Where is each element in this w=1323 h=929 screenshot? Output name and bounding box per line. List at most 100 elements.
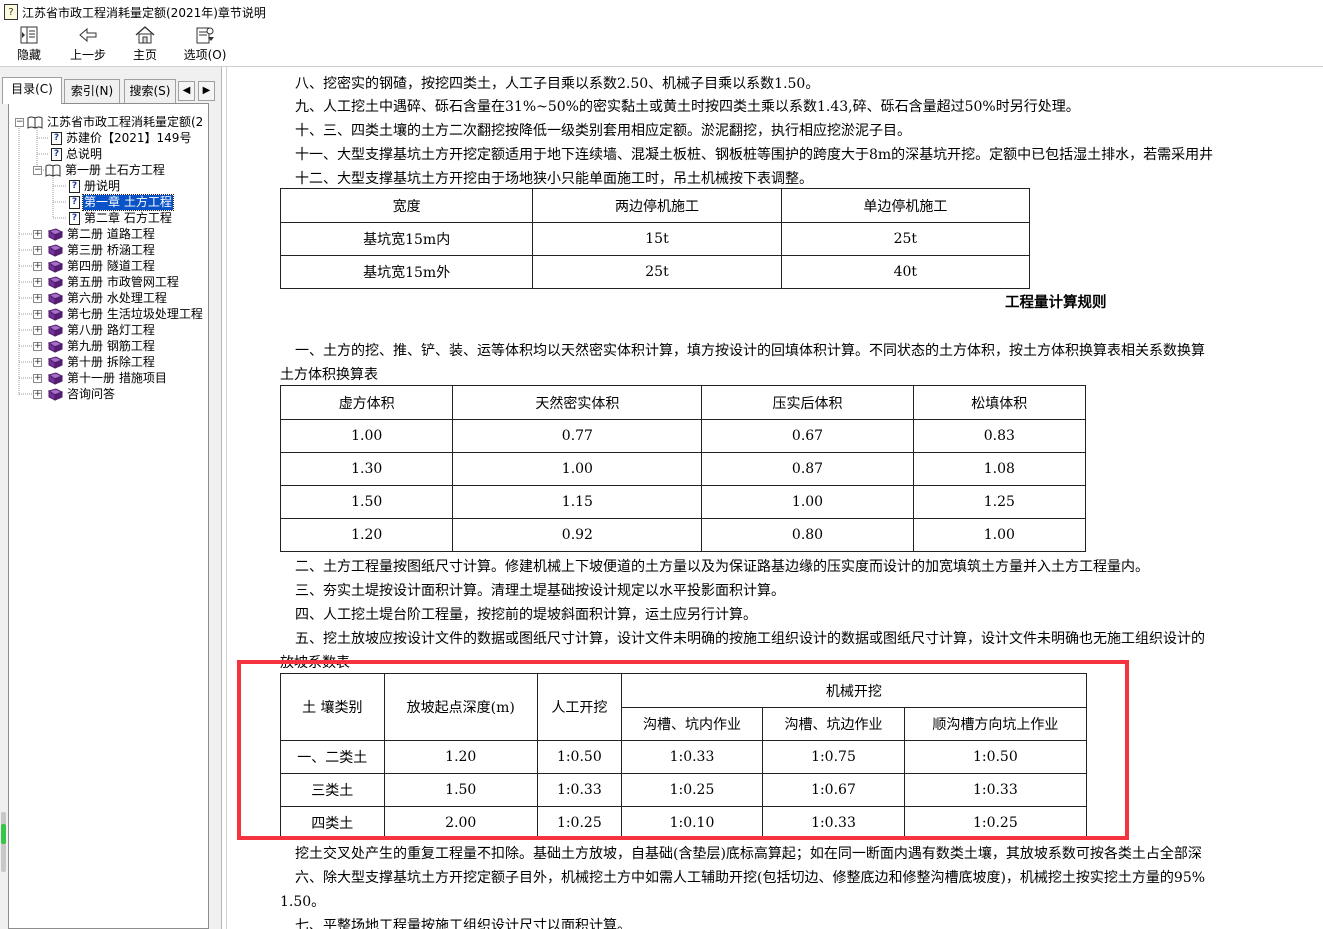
paragraph: 三、夯实土堤按设计面积计算。清理土堤基础按设计规定以水平投影面积计算。 xyxy=(295,583,785,599)
expand-toggle[interactable]: + xyxy=(33,262,42,271)
tree-item-volume-3[interactable]: 第三册 桥涵工程 xyxy=(47,242,156,258)
options-button[interactable]: 选项(O) xyxy=(180,24,230,66)
home-icon xyxy=(135,26,155,44)
contents-tree: − 江苏省市政工程消耗量定额(2 ? 苏建价【2021】149号 ? 总说明 −… xyxy=(8,103,209,929)
paragraph: 十一、大型支撑基坑土方开挖定额适用于地下连续墙、混凝土板桩、钢板桩等围护的跨度大… xyxy=(295,147,1214,163)
table-cell: 40t xyxy=(780,255,1031,289)
closed-book-icon xyxy=(47,371,63,385)
tree-item-volume-8[interactable]: 第八册 路灯工程 xyxy=(47,322,156,338)
help-book-icon: ? xyxy=(4,4,18,20)
closed-book-icon xyxy=(47,275,63,289)
expand-toggle[interactable]: + xyxy=(33,390,42,399)
paragraph: 六、除大型支撑基坑土方开挖定额子目外，机械挖土方中如需人工辅助开挖(包括切边、修… xyxy=(295,870,1206,886)
tree-item-volume-10[interactable]: 第十册 拆除工程 xyxy=(47,354,156,370)
section-title: 工程量计算规则 xyxy=(1005,294,1107,311)
closed-book-icon xyxy=(47,307,63,321)
table-header: 虚方体积 xyxy=(279,385,454,420)
nav-tabs: 目录(C) 索引(N) 搜索(S) ◀ ▶ xyxy=(0,77,222,104)
closed-book-icon xyxy=(47,323,63,337)
table-cell: 1.00 xyxy=(701,485,914,519)
tree-item-general-notes[interactable]: ? 总说明 xyxy=(51,146,103,162)
triangle-left-icon: ◀ xyxy=(182,85,191,96)
table-cell: 0.67 xyxy=(701,419,914,453)
tree-item-faq[interactable]: 咨询问答 xyxy=(47,386,116,402)
paragraph: 八、挖密实的钢碴，按挖四类土，人工子目乘以系数2.50、机械子目乘以系数1.50… xyxy=(295,76,820,92)
tree-item-volume-11[interactable]: 第十一册 措施项目 xyxy=(47,370,168,386)
tab-contents[interactable]: 目录(C) xyxy=(2,77,62,104)
open-book-icon xyxy=(27,116,43,129)
table-cell: 1.30 xyxy=(279,452,454,486)
paragraph: 一、土方的挖、推、铲、装、运等体积均以天然密实体积计算，填方按设计的回填体积计算… xyxy=(295,343,1205,359)
table-cell: 1.20 xyxy=(279,518,454,552)
tab-index[interactable]: 索引(N) xyxy=(64,79,120,103)
hide-icon xyxy=(20,26,38,44)
tree-item-volume-6[interactable]: 第六册 水处理工程 xyxy=(47,290,168,306)
splitter-handle[interactable] xyxy=(0,802,8,882)
paragraph: 1.50。 xyxy=(280,894,326,910)
table-header: 松填体积 xyxy=(912,385,1087,420)
expand-toggle[interactable]: + xyxy=(33,310,42,319)
toolbar: 隐藏 上一步 主页 选项(O) xyxy=(0,24,1323,67)
home-button[interactable]: 主页 xyxy=(128,24,162,66)
table-cell: 1.50 xyxy=(279,485,454,519)
tree-root[interactable]: 江苏省市政工程消耗量定额(2 xyxy=(27,114,204,130)
tree-item-volume-notes[interactable]: ? 册说明 xyxy=(69,178,121,194)
closed-book-icon xyxy=(47,387,63,401)
hide-button[interactable]: 隐藏 xyxy=(12,24,46,66)
table-cell: 25t xyxy=(780,222,1031,256)
table-cell: 基坑宽15m外 xyxy=(279,255,534,289)
paragraph: 五、挖土放坡应按设计文件的数据或图纸尺寸计算，设计文件未明确的按施工组织设计的数… xyxy=(295,631,1205,647)
table-header: 天然密实体积 xyxy=(452,385,703,420)
tree-item-volume-2[interactable]: 第二册 道路工程 xyxy=(47,226,156,242)
soil-volume-conversion-table: 虚方体积 天然密实体积 压实后体积 松填体积 1.00 0.77 0.67 0.… xyxy=(279,385,1087,552)
paragraph: 九、人工挖土中遇碎、砾石含量在31%~50%的密实黏土或黄土时按四类土乘以系数1… xyxy=(295,99,1080,115)
help-page-icon: ? xyxy=(69,211,80,225)
table-caption: 土方体积换算表 xyxy=(280,367,378,383)
tree-item-volume-9[interactable]: 第九册 钢筋工程 xyxy=(47,338,156,354)
collapse-toggle-volume-1[interactable]: − xyxy=(33,166,42,175)
tab-search[interactable]: 搜索(S) xyxy=(124,79,176,103)
tree-item-volume-1[interactable]: 第一册 土石方工程 xyxy=(45,162,166,178)
expand-toggle[interactable]: + xyxy=(33,358,42,367)
tree-item-chapter-2-stonework[interactable]: ? 第二章 石方工程 xyxy=(69,210,173,226)
tree-item-volume-7[interactable]: 第七册 生活垃圾处理工程 xyxy=(47,306,204,322)
paragraph: 十二、大型支撑基坑土方开挖由于场地狭小只能单面施工时，吊土机械按下表调整。 xyxy=(295,171,813,187)
table-cell: 0.87 xyxy=(701,452,914,486)
highlight-box xyxy=(237,660,1129,840)
navigation-pane: 目录(C) 索引(N) 搜索(S) ◀ ▶ − 江苏省市政工程消耗量定额(2 ?… xyxy=(0,67,222,929)
closed-book-icon xyxy=(47,243,63,257)
paragraph: 挖土交叉处产生的重复工程量不扣除。基础土方放坡，自基础(含垫层)底标高算起；如在… xyxy=(295,846,1202,862)
expand-toggle[interactable]: + xyxy=(33,230,42,239)
tree-item-volume-5[interactable]: 第五册 市政管网工程 xyxy=(47,274,180,290)
table-cell: 1.00 xyxy=(279,419,454,453)
tree-item-chapter-1-earthwork[interactable]: ? 第一章 土方工程 xyxy=(69,193,174,211)
open-book-icon xyxy=(45,164,61,177)
expand-toggle[interactable]: + xyxy=(33,278,42,287)
table-cell: 0.80 xyxy=(701,518,914,552)
expand-toggle[interactable]: + xyxy=(33,326,42,335)
back-button[interactable]: 上一步 xyxy=(66,24,110,66)
window-title: 江苏省市政工程消耗量定额(2021年)章节说明 xyxy=(22,5,266,20)
expand-toggle[interactable]: + xyxy=(33,294,42,303)
closed-book-icon xyxy=(47,339,63,353)
table-cell: 0.92 xyxy=(452,518,703,552)
tab-scroll-right-button[interactable]: ▶ xyxy=(198,81,215,101)
closed-book-icon xyxy=(47,259,63,273)
table-cell: 1.25 xyxy=(912,485,1087,519)
table-header: 压实后体积 xyxy=(701,385,914,420)
table-cell: 0.83 xyxy=(912,419,1087,453)
expand-toggle[interactable]: + xyxy=(33,374,42,383)
tab-scroll-left-button[interactable]: ◀ xyxy=(178,81,195,101)
table-cell: 1.08 xyxy=(912,452,1087,486)
tree-item-volume-4[interactable]: 第四册 隧道工程 xyxy=(47,258,156,274)
table-cell: 1.15 xyxy=(452,485,703,519)
table-cell: 基坑宽15m内 xyxy=(279,222,534,256)
collapse-toggle-root[interactable]: − xyxy=(15,118,24,127)
help-page-icon: ? xyxy=(51,147,62,161)
expand-toggle[interactable]: + xyxy=(33,342,42,351)
expand-toggle[interactable]: + xyxy=(33,246,42,255)
tree-item-doc-149[interactable]: ? 苏建价【2021】149号 xyxy=(51,130,192,146)
table-cell: 1.00 xyxy=(912,518,1087,552)
crane-adjustment-table: 宽度 两边停机施工 单边停机施工 基坑宽15m内 15t 25t 基坑宽15m外… xyxy=(279,188,1031,289)
help-page-icon: ? xyxy=(51,131,62,145)
